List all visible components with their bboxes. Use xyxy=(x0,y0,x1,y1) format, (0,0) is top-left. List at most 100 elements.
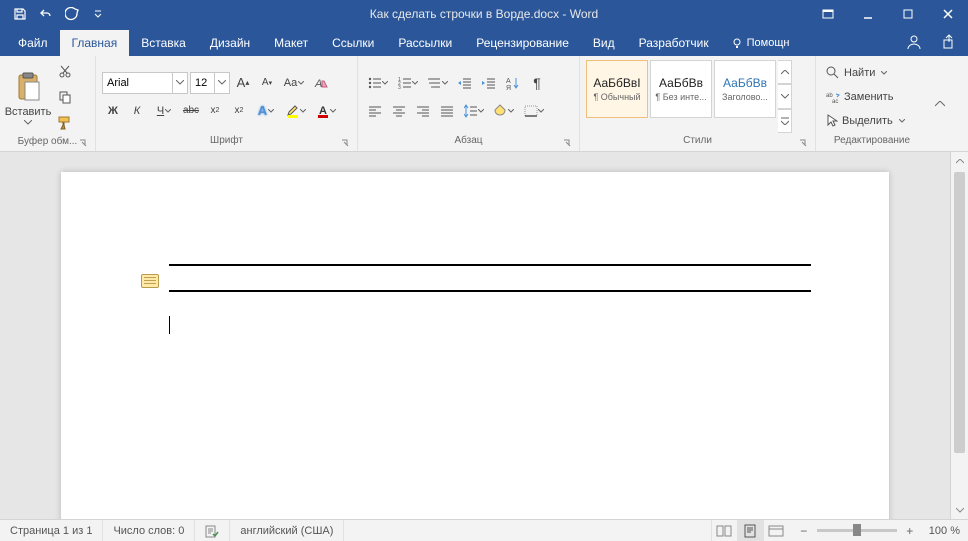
multilevel-list-button[interactable] xyxy=(424,72,452,94)
font-name-input[interactable] xyxy=(102,72,172,94)
close-button[interactable] xyxy=(928,0,968,28)
zoom-in-button[interactable]: + xyxy=(903,524,917,538)
bullets-button[interactable] xyxy=(364,72,392,94)
cut-button[interactable] xyxy=(54,60,76,82)
style-heading1[interactable]: АаБбВвЗаголово... xyxy=(714,60,776,118)
tab-review[interactable]: Рецензирование xyxy=(464,30,581,56)
align-right-button[interactable] xyxy=(412,100,434,122)
page[interactable] xyxy=(61,172,889,519)
redo-button[interactable] xyxy=(60,3,84,25)
show-marks-button[interactable]: ¶ xyxy=(526,72,548,94)
vertical-scrollbar[interactable] xyxy=(950,152,968,519)
bold-button[interactable]: Ж xyxy=(102,100,124,122)
save-button[interactable] xyxy=(8,3,32,25)
status-wordcount[interactable]: Число слов: 0 xyxy=(103,520,195,541)
zoom-control: − + 100 % xyxy=(789,524,968,538)
underline-button[interactable]: Ч xyxy=(150,100,178,122)
italic-button[interactable]: К xyxy=(126,100,148,122)
maximize-button[interactable] xyxy=(888,0,928,28)
strikethrough-button[interactable]: abc xyxy=(180,100,202,122)
shrink-font-button[interactable]: A▾ xyxy=(256,72,278,94)
line-spacing-button[interactable] xyxy=(460,100,488,122)
format-painter-button[interactable] xyxy=(54,112,76,134)
font-color-button[interactable]: A xyxy=(312,100,340,122)
justify-button[interactable] xyxy=(436,100,458,122)
tab-home[interactable]: Главная xyxy=(60,30,130,56)
qat-customize-button[interactable] xyxy=(86,3,110,25)
undo-button[interactable] xyxy=(34,3,58,25)
view-web-button[interactable] xyxy=(763,520,789,541)
share-button[interactable] xyxy=(932,28,968,56)
styles-dialog-launcher[interactable] xyxy=(797,137,809,149)
subscript-button[interactable]: x2 xyxy=(204,100,226,122)
zoom-out-button[interactable]: − xyxy=(797,524,811,538)
font-name-drop[interactable] xyxy=(172,72,188,94)
font-size-drop[interactable] xyxy=(214,72,230,94)
account-button[interactable] xyxy=(896,28,932,56)
increase-indent-button[interactable] xyxy=(478,72,500,94)
document-scroll[interactable] xyxy=(0,152,950,519)
tab-mailings[interactable]: Рассылки xyxy=(386,30,464,56)
tab-file[interactable]: Файл xyxy=(6,30,60,56)
search-icon xyxy=(826,66,840,80)
numbering-button[interactable]: 123 xyxy=(394,72,422,94)
grow-font-button[interactable]: A▴ xyxy=(232,72,254,94)
tab-insert[interactable]: Вставка xyxy=(129,30,198,56)
svg-text:3: 3 xyxy=(398,85,401,89)
replace-button[interactable]: abacЗаменить xyxy=(822,86,909,108)
ribbon-display-button[interactable] xyxy=(808,0,848,28)
align-left-button[interactable] xyxy=(364,100,386,122)
sort-button[interactable]: AЯ xyxy=(502,72,524,94)
style-normal[interactable]: АаБбВвI¶ Обычный xyxy=(586,60,648,118)
zoom-value[interactable]: 100 % xyxy=(923,525,960,537)
styles-up-button[interactable] xyxy=(778,60,792,84)
scroll-up-button[interactable] xyxy=(951,152,968,170)
view-print-button[interactable] xyxy=(737,520,763,541)
style-no-spacing[interactable]: АаБбВв¶ Без инте... xyxy=(650,60,712,118)
paste-button[interactable]: Вставить xyxy=(6,60,50,134)
font-name-combo[interactable] xyxy=(102,72,188,94)
select-button[interactable]: Выделить xyxy=(822,110,909,132)
font-dialog-launcher[interactable] xyxy=(339,137,351,149)
scroll-thumb[interactable] xyxy=(954,172,965,453)
view-read-button[interactable] xyxy=(711,520,737,541)
tab-layout[interactable]: Макет xyxy=(262,30,320,56)
tell-me-button[interactable]: Помощн xyxy=(721,30,800,56)
find-button[interactable]: Найти xyxy=(822,62,909,84)
tab-view[interactable]: Вид xyxy=(581,30,627,56)
minimize-button[interactable] xyxy=(848,0,888,28)
paragraph-dialog-launcher[interactable] xyxy=(561,137,573,149)
tab-developer[interactable]: Разработчик xyxy=(627,30,721,56)
scroll-track[interactable] xyxy=(951,170,968,501)
font-size-input[interactable] xyxy=(190,72,214,94)
collapse-ribbon-button[interactable] xyxy=(928,56,952,151)
text-effects-button[interactable]: A xyxy=(252,100,280,122)
comment-marker-icon[interactable] xyxy=(141,274,159,288)
zoom-slider[interactable] xyxy=(817,529,897,532)
tab-references[interactable]: Ссылки xyxy=(320,30,386,56)
copy-button[interactable] xyxy=(54,86,76,108)
styles-down-button[interactable] xyxy=(778,84,792,108)
clipboard-dialog-launcher[interactable] xyxy=(77,137,89,149)
shading-button[interactable] xyxy=(490,100,518,122)
decrease-indent-button[interactable] xyxy=(454,72,476,94)
page-content xyxy=(169,264,811,336)
scroll-down-button[interactable] xyxy=(951,501,968,519)
borders-button[interactable] xyxy=(520,100,548,122)
highlight-button[interactable] xyxy=(282,100,310,122)
status-page[interactable]: Страница 1 из 1 xyxy=(0,520,103,541)
styles-more-button[interactable] xyxy=(778,109,792,133)
status-proofing[interactable] xyxy=(195,520,230,541)
cursor-icon xyxy=(826,114,838,128)
group-clipboard-label: Буфер обм... xyxy=(6,134,89,151)
tab-design[interactable]: Дизайн xyxy=(198,30,262,56)
superscript-button[interactable]: x2 xyxy=(228,100,250,122)
align-center-button[interactable] xyxy=(388,100,410,122)
font-size-combo[interactable] xyxy=(190,72,230,94)
clear-formatting-button[interactable]: A xyxy=(310,72,332,94)
change-case-button[interactable]: Aa xyxy=(280,72,308,94)
horizontal-line-2 xyxy=(169,290,811,292)
text-line[interactable] xyxy=(169,316,811,336)
status-language[interactable]: английский (США) xyxy=(230,520,344,541)
zoom-thumb[interactable] xyxy=(853,524,861,536)
